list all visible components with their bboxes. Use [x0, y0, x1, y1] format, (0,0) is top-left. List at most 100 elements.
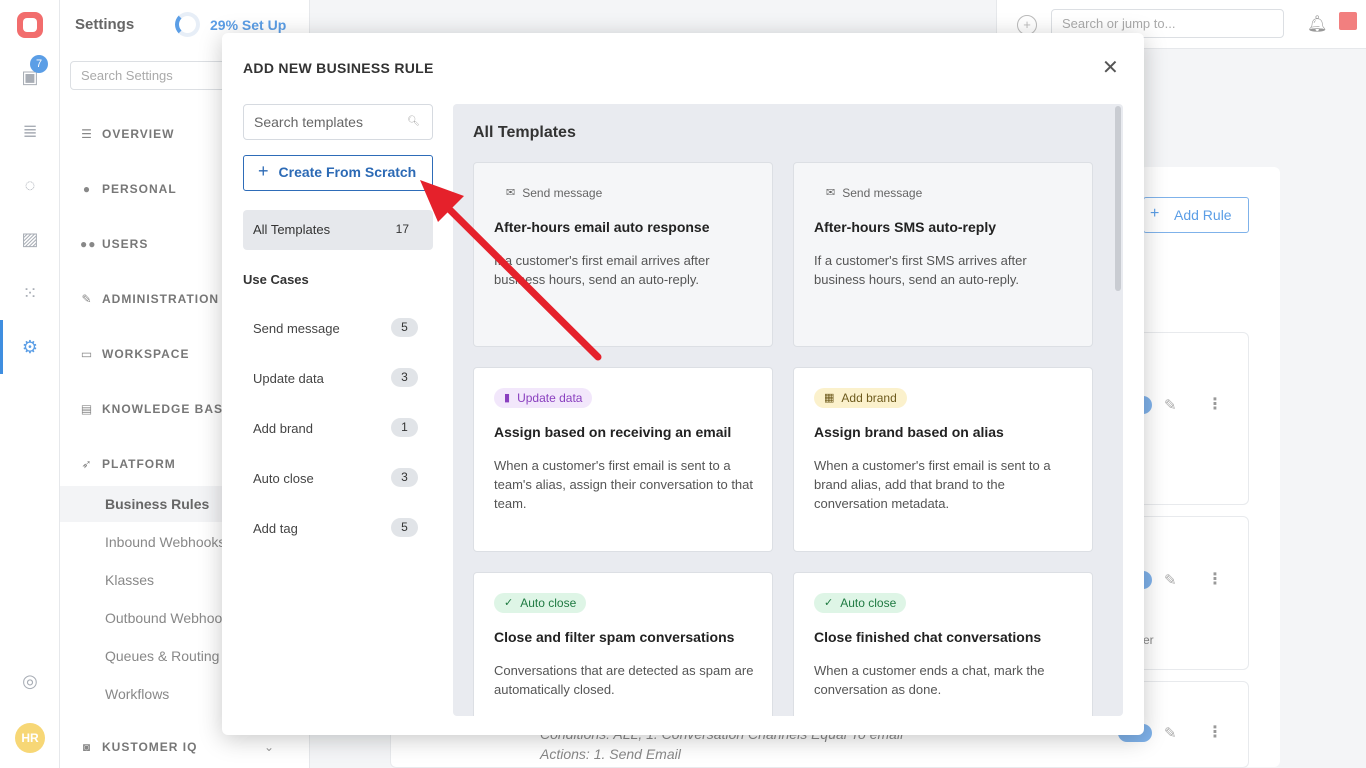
modal-title: ADD NEW BUSINESS RULE: [243, 60, 434, 76]
nav-outbound-webhooks[interactable]: Outbound Webhooks: [105, 610, 236, 626]
gift-icon[interactable]: [1339, 12, 1357, 30]
tag-send-message: ✉ Send message: [814, 183, 932, 203]
setup-progress-ring: [175, 12, 200, 37]
filter-count-badge: 1: [391, 418, 418, 437]
create-from-scratch-label: Create From Scratch: [278, 164, 417, 180]
filter-label: Update data: [253, 371, 324, 386]
nav-klasses[interactable]: Klasses: [105, 572, 154, 588]
check-icon: ✓: [504, 597, 514, 609]
tag-auto-close: ✓ Auto close: [814, 593, 907, 613]
rocket-icon: ➶: [81, 457, 93, 471]
plus-icon[interactable]: +: [1017, 15, 1037, 35]
template-description: If a customer's first SMS arrives after …: [814, 253, 1027, 287]
building-icon: ▦: [824, 392, 835, 404]
document-icon: ▮: [504, 392, 511, 404]
template-description: Conversations that are detected as spam …: [494, 663, 754, 697]
check-icon: ✓: [824, 597, 834, 609]
template-description: When a customer's first email is sent to…: [814, 458, 1051, 511]
template-description: When a customer's first email is sent to…: [494, 458, 754, 511]
filter-all-templates-label: All Templates: [253, 222, 331, 237]
filter-update-data[interactable]: Update data 3: [253, 368, 418, 387]
pencil-icon[interactable]: ✎: [1164, 724, 1177, 742]
template-card[interactable]: ▦ Add brand Assign brand based on alias W…: [793, 367, 1093, 552]
bell-icon[interactable]: 🔔︎: [1307, 14, 1327, 34]
monitor-icon: ▭: [80, 347, 94, 361]
tag-label: Send message: [522, 186, 603, 200]
more-vertical-icon[interactable]: ⋮: [1207, 722, 1223, 742]
close-icon[interactable]: ✕: [1102, 58, 1119, 78]
settings-title: Settings: [75, 16, 135, 33]
template-title: Close finished chat conversations: [814, 629, 1042, 645]
nav-administration[interactable]: ✎ ADMINISTRATION: [80, 292, 219, 306]
template-card[interactable]: ✓ Auto close Close and filter spam conver…: [473, 572, 773, 716]
pencil-icon[interactable]: ✎: [1164, 396, 1177, 414]
template-title: Close and filter spam conversations: [494, 629, 735, 645]
nav-users[interactable]: ●● USERS: [80, 237, 148, 251]
nav-inbound-webhooks[interactable]: Inbound Webhooks: [105, 534, 225, 550]
plus-icon: +: [258, 161, 269, 181]
nav-overview[interactable]: ☰ OVERVIEW: [80, 127, 174, 141]
template-card[interactable]: ▮ Update data Assign based on receiving a…: [473, 367, 773, 552]
filter-label: Add tag: [253, 521, 298, 536]
nav-knowledge-base-label: KNOWLEDGE BASE: [102, 402, 233, 416]
filter-label: Send message: [253, 321, 340, 336]
template-card[interactable]: ✉ Send message After-hours SMS auto-reply…: [793, 162, 1093, 347]
tag-label: Update data: [517, 391, 583, 405]
inbox-count-badge: 7: [30, 55, 48, 73]
template-card[interactable]: ✉ Send message After-hours email auto res…: [473, 162, 773, 347]
nav-personal-label: PERSONAL: [102, 182, 177, 196]
scrollbar[interactable]: [1115, 106, 1121, 291]
nav-personal[interactable]: ● PERSONAL: [80, 182, 177, 196]
nav-workflows[interactable]: Workflows: [105, 686, 169, 702]
filter-label: Add brand: [253, 421, 313, 436]
filter-all-templates-count: 17: [395, 222, 409, 236]
wrench-icon: ✎: [81, 292, 93, 306]
filter-auto-close[interactable]: Auto close 3: [253, 468, 418, 487]
apps-grid-icon[interactable]: ⁙: [20, 283, 40, 303]
filter-add-brand[interactable]: Add brand 1: [253, 418, 418, 437]
templates-panel-title: All Templates: [473, 124, 576, 141]
add-rule-plus-icon: +: [1150, 205, 1160, 222]
template-title: Assign brand based on alias: [814, 424, 1004, 440]
create-from-scratch-button[interactable]: + Create From Scratch: [243, 155, 433, 191]
nav-kustomer-iq-label: KUSTOMER IQ: [102, 740, 198, 754]
tag-label: Auto close: [840, 596, 897, 610]
help-icon[interactable]: ◎: [20, 671, 40, 691]
filter-send-message[interactable]: Send message 5: [253, 318, 418, 337]
nav-workspace-label: WORKSPACE: [102, 347, 190, 361]
rule-card: [1138, 516, 1249, 670]
image-icon[interactable]: ▨: [20, 229, 40, 249]
filter-add-tag[interactable]: Add tag 5: [253, 518, 418, 537]
nav-workspace[interactable]: ▭ WORKSPACE: [80, 347, 189, 361]
nav-platform[interactable]: ➶ PLATFORM: [80, 457, 176, 471]
setup-progress-label: 29% Set Up: [210, 16, 287, 33]
nav-queues-routing[interactable]: Queues & Routing: [105, 648, 219, 664]
template-title: After-hours SMS auto-reply: [814, 219, 997, 235]
user-avatar[interactable]: HR: [15, 723, 45, 753]
tag-label: Auto close: [520, 596, 577, 610]
chevron-down-icon[interactable]: ⌄: [264, 740, 274, 754]
kustomer-logo[interactable]: [17, 12, 43, 38]
tag-label: Send message: [842, 186, 923, 200]
person-icon: ●: [82, 182, 92, 196]
add-rule-label: Add Rule: [1174, 207, 1232, 223]
filter-label: Auto close: [253, 471, 314, 486]
more-vertical-icon[interactable]: ⋮: [1207, 394, 1223, 414]
template-card[interactable]: ✓ Auto close Close finished chat conversa…: [793, 572, 1093, 716]
search-list-icon[interactable]: ≣: [20, 121, 40, 141]
template-search-placeholder: Search templates: [254, 114, 363, 130]
reports-icon[interactable]: ◌: [20, 175, 40, 195]
nav-administration-label: ADMINISTRATION: [102, 292, 220, 306]
nav-knowledge-base[interactable]: ▤ KNOWLEDGE BASE: [80, 402, 232, 416]
app-rail: ▣ 7 ≣ ◌ ▨ ⁙ ⚙ ◎ HR: [0, 0, 60, 768]
more-vertical-icon[interactable]: ⋮: [1207, 569, 1223, 589]
pencil-icon[interactable]: ✎: [1164, 571, 1177, 589]
settings-gear-icon[interactable]: ⚙: [20, 337, 40, 357]
nav-users-label: USERS: [102, 237, 149, 251]
template-description: When a customer ends a chat, mark the co…: [814, 663, 1045, 697]
nav-kustomer-iq[interactable]: ◙ KUSTOMER IQ: [80, 740, 197, 754]
template-search-input[interactable]: Search templates 🔍︎: [243, 104, 433, 140]
rule-card: [1138, 332, 1249, 505]
filter-all-templates[interactable]: All Templates 17: [243, 210, 433, 250]
nav-business-rules[interactable]: Business Rules: [105, 496, 209, 512]
